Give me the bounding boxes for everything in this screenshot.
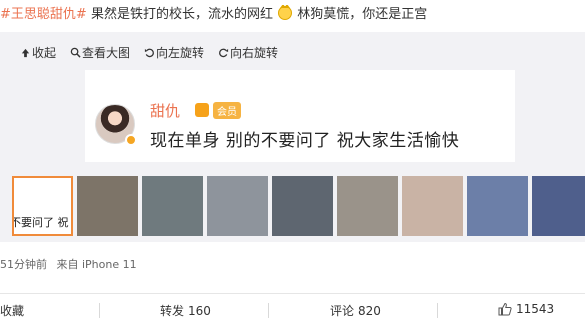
thumbnail-9[interactable] [532, 176, 585, 236]
action-bar: 收藏 转发 160 评论 820 11543 [0, 300, 585, 322]
thumbnail-7[interactable] [402, 176, 463, 236]
comment-label: 评论 [330, 304, 355, 318]
rotate-left-button[interactable]: 向左旋转 [144, 44, 204, 60]
member-tag: 会员 [213, 102, 241, 119]
view-large-button[interactable]: 查看大图 [70, 44, 130, 60]
image-user-name: 甜仇 [150, 102, 181, 120]
comment-button[interactable]: 评论 820 [330, 302, 381, 319]
thumbnail-6[interactable] [337, 176, 398, 236]
collapse-label: 收起 [32, 45, 57, 60]
large-image[interactable]: 甜仇 会员 现在单身 别的不要问了 祝大家生活愉快 [85, 70, 515, 162]
like-button[interactable]: 11543 [498, 302, 554, 316]
repost-count: 160 [188, 303, 211, 318]
arrow-up-icon [21, 48, 30, 57]
thumbnail-caption: 不要问了 祝 [12, 216, 69, 229]
image-quote-text: 现在单身 别的不要问了 祝大家生活愉快 [150, 131, 460, 151]
thumbnail-strip: 不要问了 祝 [12, 176, 585, 238]
action-separator [99, 303, 100, 318]
vip-badge-icon [195, 103, 209, 117]
post-text: #王思聪甜仇# 果然是铁打的校长，流水的网红 林狗莫慌，你还是正宫 [0, 5, 585, 25]
rotate-right-label: 向右旋转 [230, 45, 279, 60]
post-text-part-1: 果然是铁打的校长，流水的网红 [90, 7, 273, 22]
image-toolbar: 收起 查看大图 向左旋转 向右旋转 [20, 44, 278, 60]
repost-label: 转发 [160, 304, 185, 318]
thumbnail-5[interactable] [272, 176, 333, 236]
divider [0, 293, 585, 294]
view-large-label: 查看大图 [82, 45, 131, 60]
collapse-button[interactable]: 收起 [20, 44, 56, 60]
action-separator [437, 303, 438, 318]
favorite-button[interactable]: 收藏 [0, 302, 24, 319]
rotate-right-icon [219, 48, 229, 57]
thumbnail-1[interactable]: 不要问了 祝 [12, 176, 73, 236]
thumbs-up-icon [498, 302, 512, 316]
post-text-part-2: 林狗莫慌，你还是正宫 [297, 7, 428, 22]
post-meta: 51分钟前 来自 iPhone 11 [0, 256, 137, 272]
thumbnail-2[interactable] [77, 176, 138, 236]
comment-count: 820 [358, 303, 381, 318]
thumbnail-4[interactable] [207, 176, 268, 236]
thumbnail-8[interactable] [467, 176, 528, 236]
rotate-left-label: 向左旋转 [156, 45, 205, 60]
thumbnail-3[interactable] [142, 176, 203, 236]
repost-button[interactable]: 转发 160 [160, 302, 211, 319]
media-panel: 收起 查看大图 向左旋转 向右旋转 甜仇 会员 现在单身 别的不要问了 祝大家生… [0, 32, 585, 242]
like-count: 11543 [516, 302, 555, 316]
rotate-left-icon [144, 48, 154, 57]
topic-link[interactable]: #王思聪甜仇# [0, 7, 87, 22]
cat-emoji-icon [278, 5, 293, 20]
post-time[interactable]: 51分钟前 [0, 258, 47, 271]
verified-badge-icon [125, 134, 137, 146]
search-icon [70, 47, 81, 58]
post-source: 来自 iPhone 11 [56, 258, 137, 271]
favorite-label: 收藏 [0, 304, 25, 318]
action-separator [268, 303, 269, 318]
rotate-right-button[interactable]: 向右旋转 [218, 44, 278, 60]
